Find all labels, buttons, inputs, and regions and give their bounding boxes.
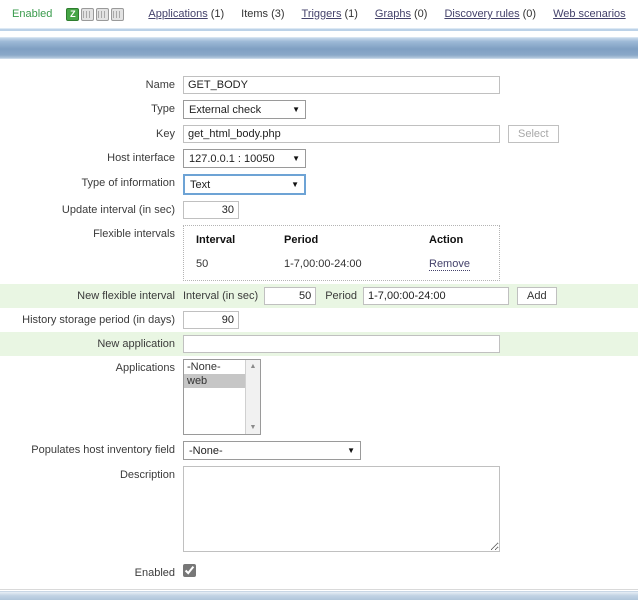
- chevron-down-icon: ▼: [292, 105, 300, 114]
- nav-discovery-rules[interactable]: Discovery rules (0): [444, 8, 536, 20]
- type-select[interactable]: External check ▼: [183, 100, 306, 119]
- applications-option-web[interactable]: web: [184, 374, 245, 388]
- nav-web-scenarios[interactable]: Web scenarios: [553, 8, 626, 20]
- inventory-label: Populates host inventory field: [31, 444, 175, 456]
- name-input[interactable]: [183, 76, 500, 94]
- nav-applications[interactable]: Applications (1): [148, 8, 224, 20]
- applications-listbox[interactable]: -None- web ▲ ▼: [183, 359, 261, 435]
- new-application-input[interactable]: [183, 335, 500, 353]
- ipmi-status-icon: [111, 7, 125, 21]
- flex-header-interval: Interval: [196, 234, 236, 246]
- type-label: Type: [151, 103, 175, 115]
- applications-option-none[interactable]: -None-: [184, 360, 245, 374]
- host-interface-row: Host interface 127.0.0.1 : 10050 ▼: [0, 146, 638, 171]
- history-storage-label: History storage period (in days): [22, 314, 175, 326]
- flexible-intervals-row: Flexible intervals Interval Period Actio…: [0, 222, 638, 284]
- form-header-bar: [0, 37, 638, 59]
- new-flex-interval-sublabel: Interval (in sec): [183, 290, 259, 302]
- flexible-intervals-table: Interval Period Action 50 1-7,00:00-24:0…: [183, 225, 500, 281]
- new-flex-period-input[interactable]: [363, 287, 509, 305]
- description-textarea[interactable]: [183, 466, 500, 552]
- bottom-divider: [0, 589, 638, 590]
- type-row: Type External check ▼: [0, 97, 638, 122]
- snmp-status-icon: [81, 7, 95, 21]
- new-application-row: New application: [0, 332, 638, 356]
- chevron-down-icon: ▼: [347, 446, 355, 455]
- new-flexible-interval-label: New flexible interval: [77, 290, 175, 302]
- update-interval-label: Update interval (in sec): [61, 204, 175, 216]
- new-flex-interval-input[interactable]: [264, 287, 317, 305]
- host-status-label: Enabled: [12, 8, 53, 20]
- applications-row: Applications -None- web ▲ ▼: [0, 356, 638, 438]
- inventory-row: Populates host inventory field -None- ▼: [0, 438, 638, 463]
- new-flex-period-sublabel: Period: [325, 290, 357, 302]
- inventory-select[interactable]: -None- ▼: [183, 441, 361, 460]
- type-of-information-label: Type of information: [81, 177, 175, 189]
- flex-row-interval: 50: [196, 258, 209, 270]
- new-application-label: New application: [97, 338, 175, 350]
- host-availability-icons: Z: [66, 7, 125, 21]
- zbx-agent-status-icon: Z: [66, 7, 80, 21]
- update-interval-row: Update interval (in sec): [0, 198, 638, 222]
- nav-items-current: Items (3): [241, 8, 285, 20]
- enabled-label: Enabled: [134, 567, 175, 579]
- applications-label: Applications: [115, 362, 175, 374]
- history-storage-row: History storage period (in days): [0, 308, 638, 332]
- key-row: Key Select: [0, 122, 638, 146]
- type-of-information-row: Type of information Text ▼: [0, 171, 638, 198]
- description-label: Description: [119, 469, 175, 481]
- flexible-intervals-label: Flexible intervals: [93, 228, 175, 240]
- chevron-down-icon: ▼: [291, 180, 299, 189]
- host-navigation-bar: Enabled Z Applications (1) Items (3) Trigg…: [0, 0, 638, 28]
- remove-link[interactable]: Remove: [429, 258, 470, 271]
- enabled-row: Enabled: [0, 561, 638, 582]
- description-row: Description: [0, 463, 638, 555]
- key-input[interactable]: [183, 125, 500, 143]
- add-flexible-interval-button[interactable]: Add: [517, 287, 557, 305]
- host-interface-label: Host interface: [107, 152, 175, 164]
- bottom-bar: [0, 591, 638, 600]
- flex-header-action: Action: [429, 234, 464, 246]
- key-select-button[interactable]: Select: [508, 125, 559, 143]
- scroll-down-icon[interactable]: ▼: [250, 421, 257, 434]
- scroll-up-icon[interactable]: ▲: [250, 360, 257, 373]
- type-of-information-select[interactable]: Text ▼: [183, 174, 306, 195]
- listbox-scrollbar[interactable]: ▲ ▼: [245, 360, 260, 434]
- new-flexible-interval-row: New flexible interval Interval (in sec) …: [0, 284, 638, 308]
- item-config-form: Name Type External check ▼ Key Select Ho…: [0, 59, 638, 582]
- nav-triggers[interactable]: Triggers (1): [302, 8, 358, 20]
- chevron-down-icon: ▼: [292, 154, 300, 163]
- history-storage-input[interactable]: [183, 311, 239, 329]
- key-label: Key: [156, 128, 175, 140]
- flex-row-action: Remove: [429, 258, 487, 271]
- entity-nav: Applications (1) Items (3) Triggers (1) Gra…: [148, 8, 625, 20]
- flex-header-period: Period: [284, 234, 319, 246]
- name-row: Name: [0, 73, 638, 97]
- flex-row-period: 1-7,00:00-24:00: [284, 258, 362, 270]
- enabled-checkbox[interactable]: [183, 564, 196, 577]
- host-interface-select[interactable]: 127.0.0.1 : 10050 ▼: [183, 149, 306, 168]
- name-label: Name: [145, 79, 175, 91]
- jmx-status-icon: [96, 7, 110, 21]
- nav-graphs[interactable]: Graphs (0): [375, 8, 428, 20]
- update-interval-input[interactable]: [183, 201, 239, 219]
